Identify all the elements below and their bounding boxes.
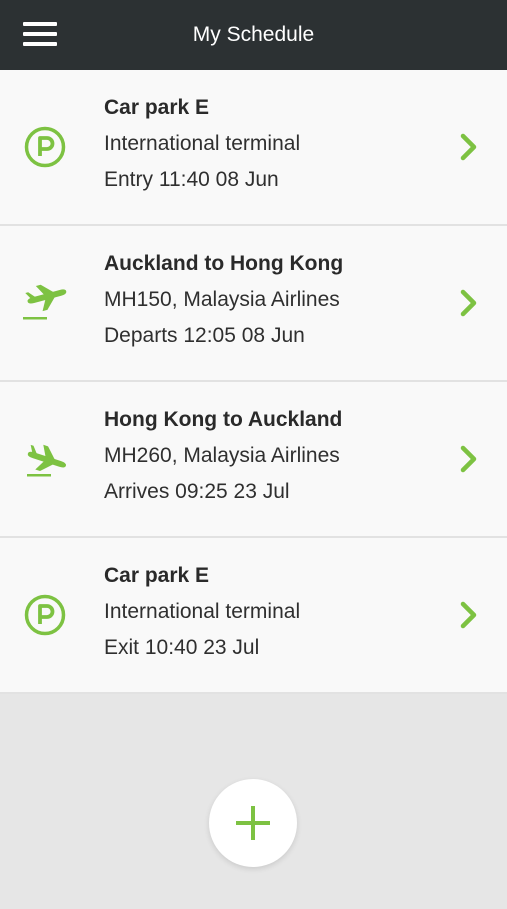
chevron-right-icon: [460, 289, 477, 317]
item-flight: MH150, Malaysia Airlines: [104, 288, 340, 311]
item-subtitle: International terminal: [104, 600, 301, 623]
item-title: Car park E: [104, 96, 210, 119]
arrival-plane-icon: [20, 434, 70, 484]
schedule-item-departure[interactable]: Auckland to Hong Kong MH150, Malaysia Ai…: [0, 226, 507, 382]
schedule-item-parking-exit[interactable]: Car park E International terminal Exit 1…: [0, 538, 507, 694]
departure-plane-icon: [20, 278, 70, 328]
hamburger-menu-icon[interactable]: [23, 22, 57, 48]
item-flight: MH260, Malaysia Airlines: [104, 444, 340, 467]
plus-icon: [236, 806, 270, 840]
parking-icon: [20, 590, 70, 640]
item-title: Hong Kong to Auckland: [104, 408, 343, 431]
item-subtitle: International terminal: [104, 132, 301, 155]
item-title: Car park E: [104, 564, 210, 587]
item-time: Exit 10:40 23 Jul: [104, 636, 260, 659]
chevron-right-icon: [460, 445, 477, 473]
schedule-item-arrival[interactable]: Hong Kong to Auckland MH260, Malaysia Ai…: [0, 382, 507, 538]
top-bar: My Schedule: [0, 0, 507, 70]
item-time: Entry 11:40 08 Jun: [104, 168, 279, 191]
parking-icon: [20, 122, 70, 172]
chevron-right-icon: [460, 133, 477, 161]
chevron-right-icon: [460, 601, 477, 629]
schedule-list: Car park E International terminal Entry …: [0, 70, 507, 694]
page-title: My Schedule: [192, 23, 315, 46]
add-item-button[interactable]: [209, 779, 297, 867]
schedule-item-parking-entry[interactable]: Car park E International terminal Entry …: [0, 70, 507, 226]
item-time: Departs 12:05 08 Jun: [104, 324, 305, 347]
item-title: Auckland to Hong Kong: [104, 252, 344, 275]
item-time: Arrives 09:25 23 Jul: [104, 480, 290, 503]
